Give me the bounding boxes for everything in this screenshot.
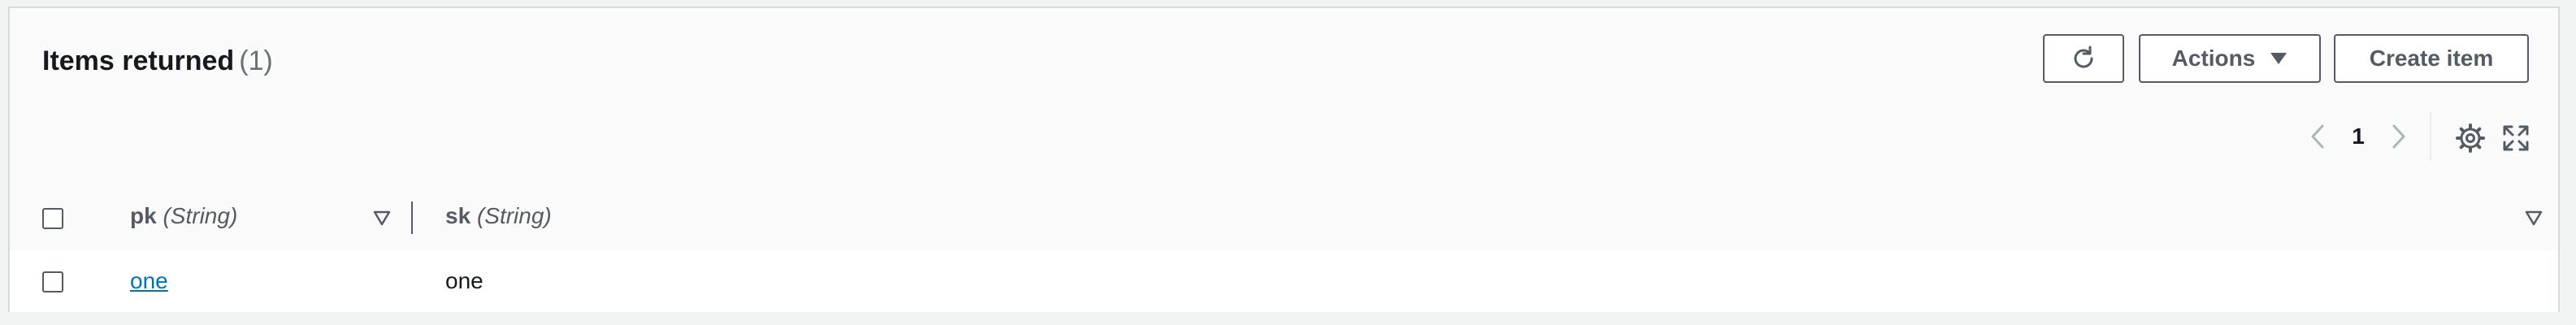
prev-page-button[interactable] (2300, 119, 2335, 154)
refresh-icon (2074, 46, 2093, 68)
create-item-label: Create item (2369, 46, 2494, 71)
column-pk-name: pk (130, 203, 157, 228)
create-item-button[interactable]: Create item (2334, 34, 2529, 83)
cell-sk: one (445, 268, 484, 293)
settings-button[interactable] (2452, 120, 2488, 156)
items-title: Items returned (1) (42, 46, 273, 77)
items-panel: Items returned(1) Actions Create item 1 (8, 6, 2560, 312)
next-page-button[interactable] (2381, 119, 2417, 154)
pagination: 1 (2300, 114, 2417, 159)
refresh-button[interactable] (2043, 34, 2124, 83)
sort-triangle-icon[interactable] (372, 208, 392, 228)
column-pk-type: (String) (163, 203, 238, 228)
column-sk-type: (String) (476, 203, 552, 228)
table-row: one one (10, 250, 2558, 312)
actions-dropdown-button[interactable]: Actions (2139, 34, 2321, 83)
expand-icon (2503, 125, 2529, 151)
column-header-sk[interactable]: sk (String) (445, 203, 552, 229)
table-header-row: pk (String) sk (String) (10, 185, 2558, 252)
row-checkbox[interactable] (42, 271, 63, 292)
chevron-left-icon (2311, 124, 2324, 149)
column-resize-handle[interactable] (411, 202, 413, 234)
sort-triangle-icon[interactable] (2524, 208, 2543, 228)
items-count: (1) (239, 46, 273, 76)
caret-down-icon (2270, 53, 2288, 64)
toolbar-divider (2430, 112, 2431, 161)
cell-pk-link[interactable]: one (130, 268, 168, 294)
gear-icon (2456, 124, 2485, 153)
items-header: Items returned (1) Actions Create item 1 (10, 8, 2558, 187)
chevron-right-icon (2392, 124, 2405, 149)
column-sk-name: sk (445, 203, 471, 228)
select-all-checkbox[interactable] (42, 208, 63, 229)
column-header-pk[interactable]: pk (String) (130, 203, 237, 229)
actions-label: Actions (2171, 46, 2256, 71)
fullscreen-button[interactable] (2498, 120, 2534, 156)
items-title-label: Items returned (42, 46, 235, 76)
current-page[interactable]: 1 (2335, 124, 2381, 150)
